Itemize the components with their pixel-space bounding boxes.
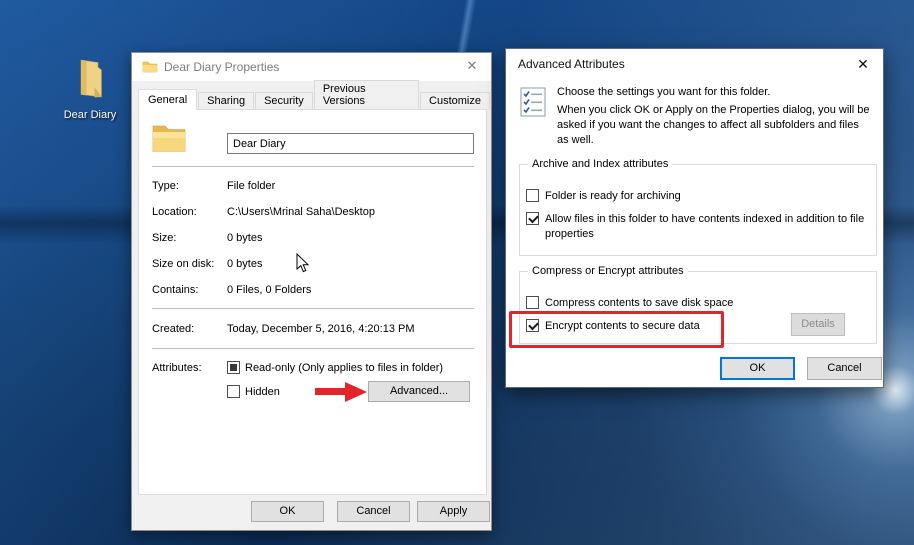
mouse-cursor [296,252,310,278]
details-button[interactable]: Details [791,313,845,336]
desktop-folder-label: Dear Diary [63,109,117,121]
close-icon[interactable]: ✕ [461,58,483,76]
location-label: Location: [152,206,197,218]
readonly-checkbox[interactable] [227,361,240,374]
properties-tab-strip: General Sharing Security Previous Versio… [138,80,491,110]
folder-icon-small [142,60,158,76]
archiving-label: Folder is ready for archiving [545,190,681,202]
advanced-titlebar[interactable]: Advanced Attributes ✕ [506,49,883,79]
divider [152,348,474,349]
advanced-attributes-dialog: Advanced Attributes ✕ Choose the setting… [505,48,884,388]
general-tab-page: Type: File folder Location: C:\Users\Mri… [138,109,487,495]
folder-icon-large [152,123,186,156]
compress-encrypt-group-title: Compress or Encrypt attributes [528,265,688,277]
readonly-label: Read-only (Only applies to files in fold… [245,362,444,374]
ok-button[interactable]: OK [251,501,324,522]
folder-icon [75,59,105,104]
apply-button[interactable]: Apply [417,501,490,522]
tab-sharing[interactable]: Sharing [198,92,255,110]
type-value: File folder [227,180,276,192]
compress-label: Compress contents to save disk space [545,297,734,309]
desktop-folder-dear-diary[interactable]: Dear Diary [42,58,138,121]
properties-dialog: Dear Diary Properties ✕ General Sharing … [131,52,492,531]
ok-button[interactable]: OK [720,357,795,380]
divider [152,166,474,167]
created-value: Today, December 5, 2016, 4:20:13 PM [227,323,415,335]
divider [152,308,474,309]
archive-index-group-title: Archive and Index attributes [528,158,673,170]
contains-value: 0 Files, 0 Folders [227,284,312,296]
advanced-dialog-title: Advanced Attributes [518,57,625,71]
attributes-label: Attributes: [152,362,202,374]
type-label: Type: [152,180,179,192]
red-highlight-annotation [509,311,724,348]
close-icon[interactable]: ✕ [851,56,875,74]
hidden-checkbox[interactable] [227,385,240,398]
tab-general[interactable]: General [138,89,198,110]
cancel-button[interactable]: Cancel [337,501,410,522]
red-arrow-annotation [315,382,367,405]
archiving-checkbox[interactable] [526,189,539,202]
location-value: C:\Users\Mrinal Saha\Desktop [227,206,375,218]
indexing-label: Allow files in this folder to have conte… [545,213,865,240]
folder-name-input[interactable] [227,133,474,154]
advanced-intro-line1: Choose the settings you want for this fo… [557,86,771,98]
advanced-intro-line2: When you click OK or Apply on the Proper… [557,104,870,146]
advanced-button[interactable]: Advanced... [368,381,470,402]
hidden-label: Hidden [245,386,280,398]
cancel-button[interactable]: Cancel [807,357,882,380]
size-on-disk-label: Size on disk: [152,258,215,270]
size-value: 0 bytes [227,232,263,244]
tab-security[interactable]: Security [255,92,313,110]
tab-customize[interactable]: Customize [420,92,490,110]
created-label: Created: [152,323,195,335]
properties-dialog-title: Dear Diary Properties [164,60,280,74]
contains-label: Contains: [152,284,199,296]
properties-titlebar[interactable]: Dear Diary Properties ✕ [132,53,491,81]
size-on-disk-value: 0 bytes [227,258,263,270]
size-label: Size: [152,232,177,244]
compress-checkbox[interactable] [526,296,539,309]
archive-index-group: Archive and Index attributes Folder is r… [519,158,877,256]
indexing-checkbox[interactable] [526,212,539,225]
checklist-icon [520,87,546,120]
tab-previous-versions[interactable]: Previous Versions [313,80,420,110]
